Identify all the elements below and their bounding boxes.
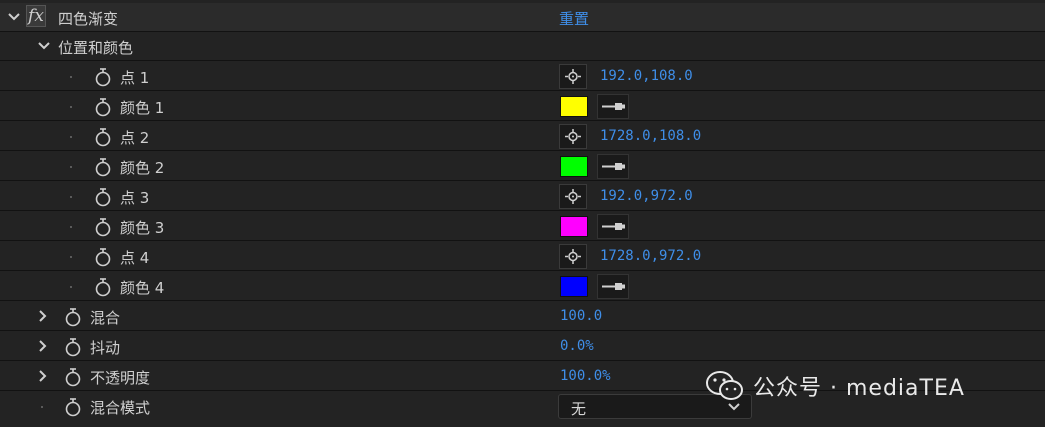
stopwatch-icon[interactable] — [64, 337, 82, 357]
reset-button[interactable]: 重置 — [559, 8, 589, 29]
param-value[interactable]: 100.0 — [560, 308, 602, 324]
stopwatch-icon[interactable] — [94, 217, 112, 237]
effect-title: 四色渐变 — [58, 10, 119, 28]
point-target-button[interactable] — [559, 184, 587, 209]
indent-dot — [70, 286, 72, 288]
stopwatch-icon[interactable] — [94, 247, 112, 267]
indent-dot — [70, 76, 72, 78]
eyedropper-button[interactable] — [597, 274, 629, 299]
point-coords[interactable]: 1728.0,108.0 — [600, 128, 701, 144]
indent-dot — [70, 196, 72, 198]
chevron-right-icon[interactable] — [34, 307, 50, 325]
eyedropper-icon — [602, 103, 625, 110]
group-label: 位置和颜色 — [58, 39, 134, 57]
blend-mode-label: 混合模式 — [90, 399, 151, 417]
indent-dot — [41, 406, 43, 408]
stopwatch-icon[interactable] — [94, 127, 112, 147]
point-1-row: 点 1 192.0,108.0 — [0, 62, 1045, 91]
color-label: 颜色 2 — [120, 159, 165, 177]
chevron-down-icon[interactable] — [36, 37, 52, 55]
point-target-button[interactable] — [559, 64, 587, 89]
indent-dot — [70, 166, 72, 168]
param-label: 混合 — [90, 309, 121, 327]
stopwatch-icon[interactable] — [94, 97, 112, 117]
point-label: 点 1 — [120, 69, 150, 87]
point-target-button[interactable] — [559, 244, 587, 269]
point-coords[interactable]: 192.0,972.0 — [600, 188, 693, 204]
crosshair-icon — [565, 69, 581, 84]
point-label: 点 4 — [120, 249, 150, 267]
eyedropper-icon — [602, 283, 625, 290]
stopwatch-icon[interactable] — [64, 307, 82, 327]
indent-dot — [70, 136, 72, 138]
color-swatch[interactable] — [560, 156, 588, 177]
color-1-row: 颜色 1 — [0, 92, 1045, 121]
stopwatch-icon[interactable] — [94, 187, 112, 207]
crosshair-icon — [565, 249, 581, 264]
point-label: 点 2 — [120, 129, 150, 147]
chevron-down-icon[interactable] — [6, 8, 22, 26]
indent-dot — [70, 256, 72, 258]
color-swatch[interactable] — [560, 276, 588, 297]
watermark-text: 公众号 · mediaTEA — [753, 376, 965, 401]
stopwatch-icon[interactable] — [64, 367, 82, 387]
indent-dot — [70, 226, 72, 228]
blend-mode-value: 无 — [571, 400, 587, 418]
stopwatch-icon[interactable] — [64, 397, 82, 417]
wechat-icon — [706, 371, 743, 400]
stopwatch-icon[interactable] — [94, 277, 112, 297]
chevron-right-icon[interactable] — [34, 367, 50, 385]
crosshair-icon — [565, 189, 581, 204]
eyedropper-icon — [602, 223, 625, 230]
effect-header-row: fx 四色渐变 重置 — [0, 3, 1045, 32]
param-value[interactable]: 100.0% — [560, 368, 611, 384]
point-3-row: 点 3 192.0,972.0 — [0, 182, 1045, 211]
color-label: 颜色 4 — [120, 279, 165, 297]
crosshair-icon — [565, 129, 581, 144]
eyedropper-button[interactable] — [597, 94, 629, 119]
color-2-row: 颜色 2 — [0, 152, 1045, 181]
fx-icon[interactable]: fx — [26, 5, 46, 27]
stopwatch-icon[interactable] — [94, 67, 112, 87]
eyedropper-icon — [602, 163, 625, 170]
point-label: 点 3 — [120, 189, 150, 207]
color-swatch[interactable] — [560, 216, 588, 237]
group-position-color-row: 位置和颜色 — [0, 32, 1045, 61]
param-value[interactable]: 0.0% — [560, 338, 594, 354]
point-4-row: 点 4 1728.0,972.0 — [0, 242, 1045, 271]
color-label: 颜色 3 — [120, 219, 165, 237]
param-label: 不透明度 — [90, 369, 151, 387]
param-jitter-row: 抖动 0.0% — [0, 332, 1045, 361]
eyedropper-button[interactable] — [597, 154, 629, 179]
color-swatch[interactable] — [560, 96, 588, 117]
point-coords[interactable]: 192.0,108.0 — [600, 68, 693, 84]
point-coords[interactable]: 1728.0,972.0 — [600, 248, 701, 264]
param-blend-row: 混合 100.0 — [0, 302, 1045, 331]
eyedropper-button[interactable] — [597, 214, 629, 239]
color-label: 颜色 1 — [120, 99, 165, 117]
point-2-row: 点 2 1728.0,108.0 — [0, 122, 1045, 151]
param-label: 抖动 — [90, 339, 121, 357]
watermark: 公众号 · mediaTEA — [705, 366, 965, 406]
stopwatch-icon[interactable] — [94, 157, 112, 177]
color-3-row: 颜色 3 — [0, 212, 1045, 241]
chevron-right-icon[interactable] — [34, 337, 50, 355]
indent-dot — [70, 106, 72, 108]
color-4-row: 颜色 4 — [0, 272, 1045, 301]
point-target-button[interactable] — [559, 124, 587, 149]
